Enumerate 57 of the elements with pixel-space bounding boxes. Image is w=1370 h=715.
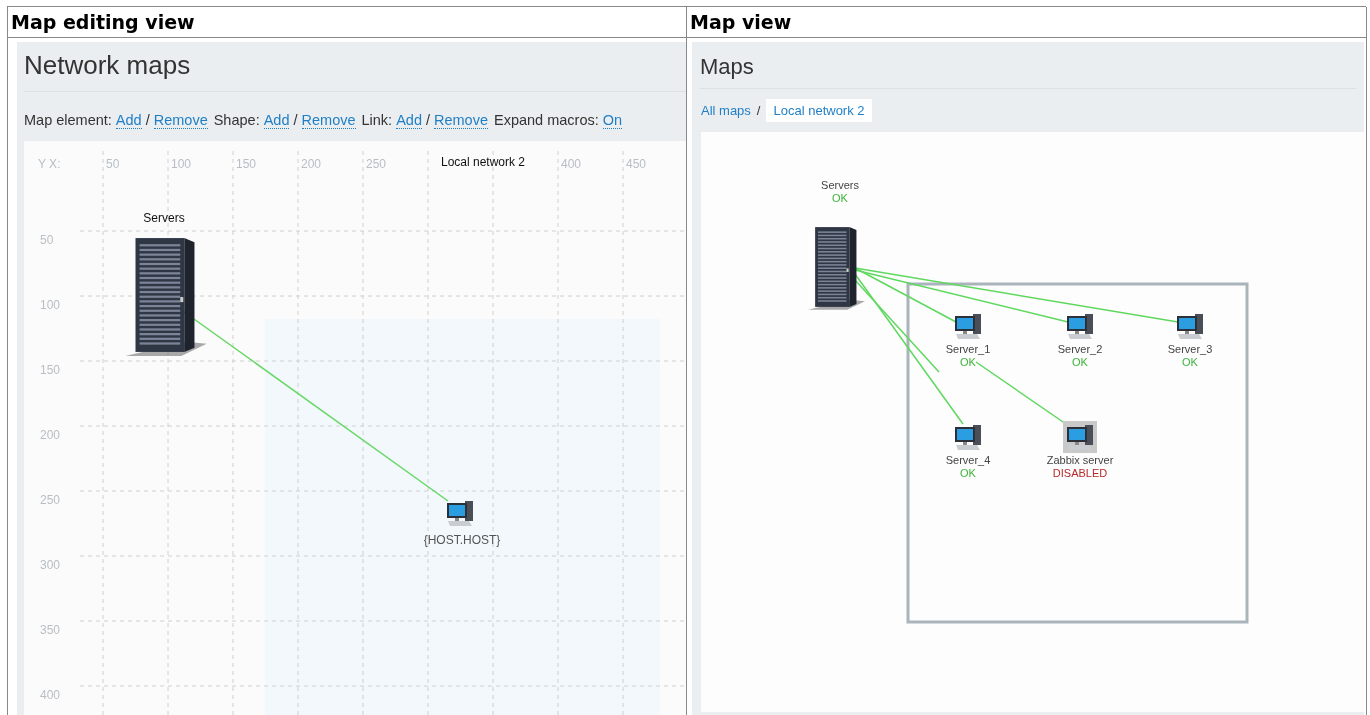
map-element-label: Server_3 [1167,343,1213,356]
toolbar-label: Shape: [213,112,260,128]
link-separator: / [293,112,298,128]
page-title: Network maps [23,49,192,82]
column-heading: Map view [687,7,1367,38]
breadcrumb-separator: / [756,102,761,118]
map-element-label: Server_1 [945,343,991,356]
x-tick-label: 450 [626,157,647,171]
toolbar-link[interactable]: Remove [301,112,356,129]
y-tick-label: 250 [40,493,61,507]
status-text: DISABLED [1052,467,1108,480]
y-tick-label: 50 [40,233,54,247]
computer-icon [1175,312,1205,340]
computer-icon [953,312,983,340]
map-title: Local network 2 [441,155,525,169]
toolbar-label: Expand macros: [494,112,599,128]
axis-label: Y X: [38,157,61,171]
map-element-label: Server_4 [945,454,991,467]
map-element-label: Zabbix server [1046,454,1114,467]
map-element-label: Server_2 [1057,343,1103,356]
y-tick-label: 200 [40,428,61,442]
computer-icon [445,499,475,527]
toolbar-link[interactable]: Add [396,112,422,129]
status-text: OK [832,192,848,205]
x-tick-label: 250 [366,157,387,171]
computer-icon [953,423,983,451]
map-element-label: Servers [821,179,859,192]
link-separator: / [145,112,150,128]
toolbar-link[interactable]: Add [115,112,142,129]
computer-icon [1065,312,1095,340]
page-title: Maps [699,53,755,81]
y-tick-label: 350 [40,623,61,637]
column-heading: Map editing view [8,7,687,38]
x-tick-label: 200 [301,157,322,171]
toolbar-link[interactable]: Remove [153,112,208,129]
x-tick-label: 50 [106,157,120,171]
map-element-label: {HOST.HOST} [423,533,501,547]
link-separator: / [425,112,430,128]
y-tick-label: 150 [40,363,61,377]
status-text: OK [960,356,976,369]
toolbar-link[interactable]: Remove [434,112,488,129]
status-text: OK [1182,356,1198,369]
y-tick-label: 400 [40,688,61,702]
x-tick-label: 100 [171,157,192,171]
breadcrumb-link[interactable]: All maps [701,98,751,122]
toolbar-link[interactable]: Add [263,112,290,129]
x-tick-label: 150 [236,157,257,171]
status-text: OK [960,467,976,480]
y-tick-label: 100 [40,298,61,312]
x-tick-label: 400 [561,157,582,171]
map-element-label: Servers [143,211,185,225]
toolbar-label: Map element: [24,112,112,128]
toolbar-link[interactable]: On [602,112,623,129]
status-text: OK [1072,356,1088,369]
toolbar-label: Link: [361,112,393,128]
y-tick-label: 300 [40,558,61,572]
breadcrumb-link[interactable]: Local network 2 [766,98,872,122]
